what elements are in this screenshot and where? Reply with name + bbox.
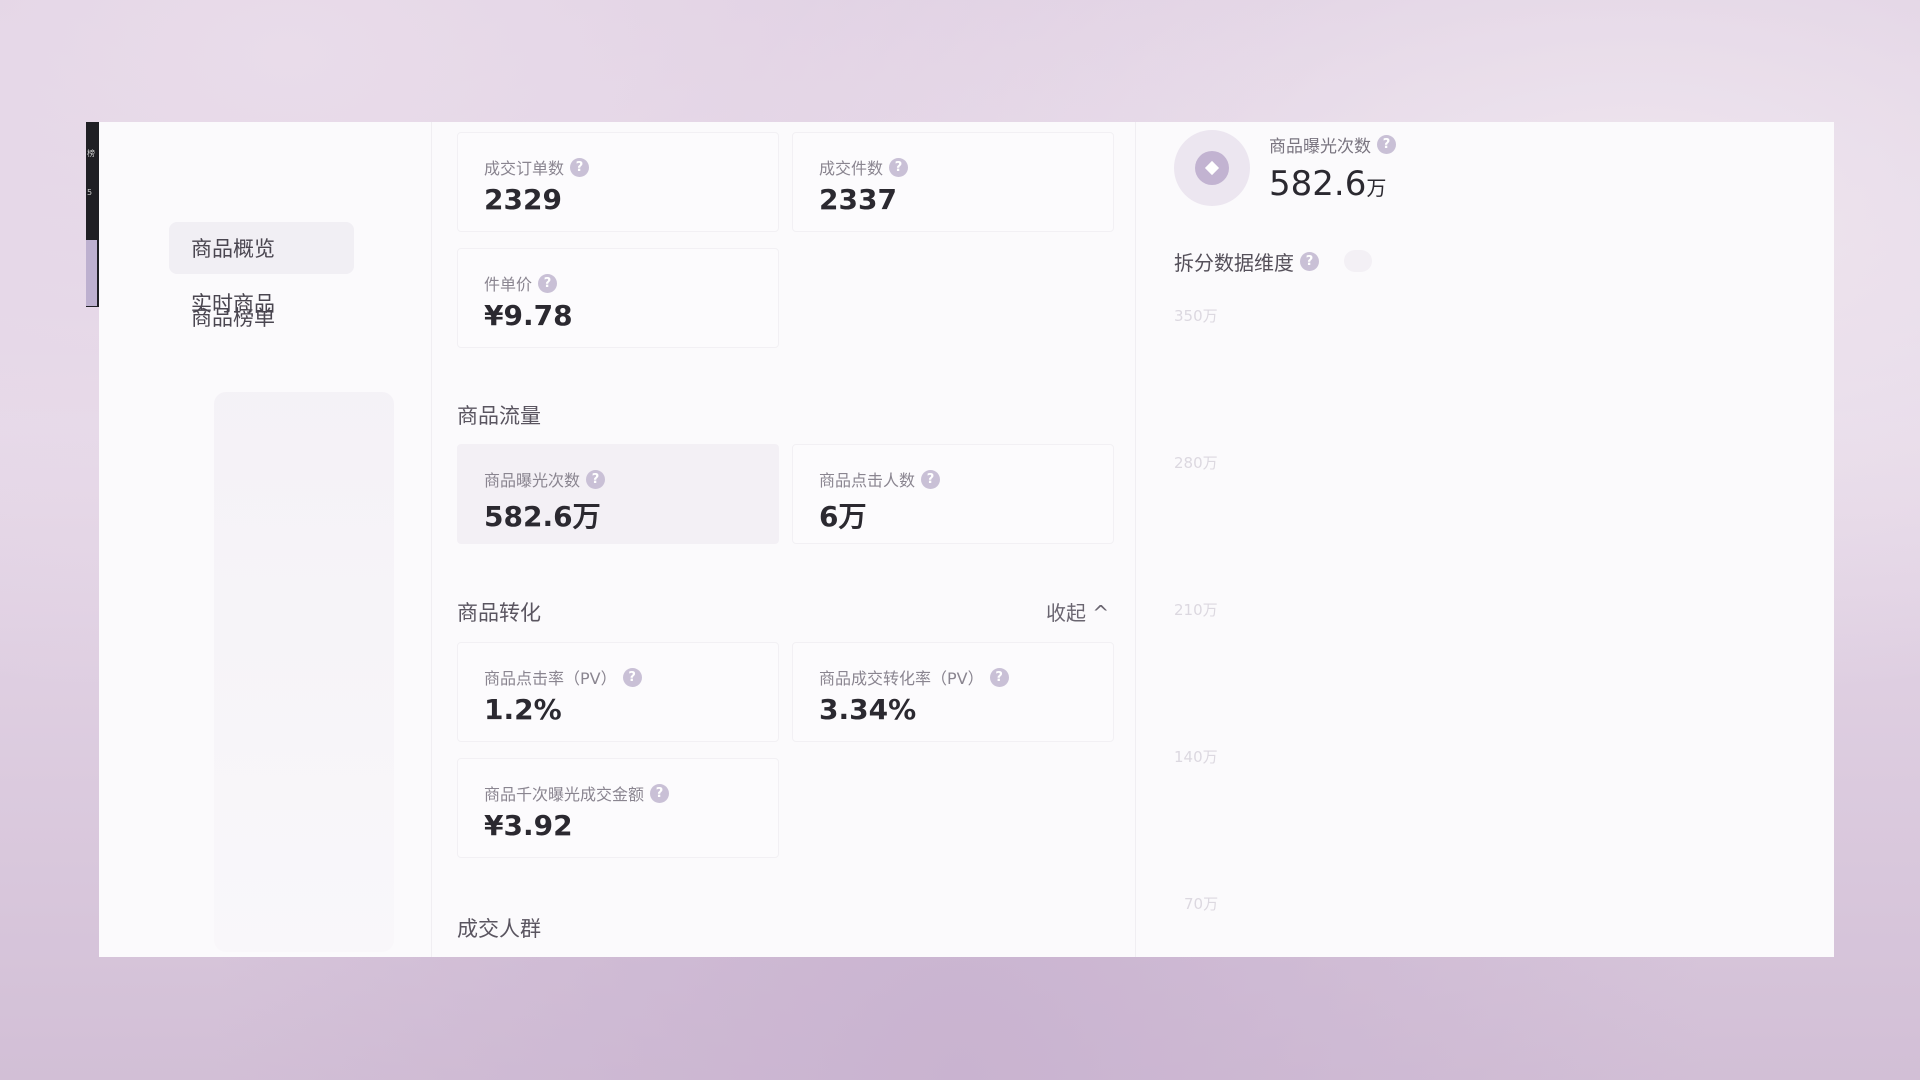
card-label: 商品成交转化率（PV）?: [819, 665, 1009, 689]
help-icon[interactable]: ?: [989, 667, 1009, 687]
card-exposure[interactable]: 商品曝光次数? 582.6万: [457, 444, 779, 544]
card-value: 3.34%: [819, 693, 917, 726]
card-unit-price[interactable]: 件单价? ¥9.78: [457, 248, 779, 348]
y-axis-tick: 210万: [1174, 601, 1218, 619]
sidebar-background-panel: [214, 392, 394, 952]
sidebar-item-overview[interactable]: 商品概览: [169, 222, 354, 274]
card-cvr[interactable]: 商品成交转化率（PV）? 3.34%: [792, 642, 1114, 742]
y-axis-tick: 350万: [1174, 307, 1218, 325]
card-ctr[interactable]: 商品点击率（PV）? 1.2%: [457, 642, 779, 742]
help-icon[interactable]: ?: [921, 469, 941, 489]
card-items-sold[interactable]: 成交件数? 2337: [792, 132, 1114, 232]
collapse-button[interactable]: 收起 ^: [1046, 597, 1109, 626]
main-window: 实时商品 商品概览 商品榜单 成交订单数? 2329 成交件数? 2337 件单…: [99, 122, 1834, 957]
sidebar-item-label: 商品概览: [191, 237, 275, 261]
help-icon[interactable]: ?: [538, 273, 558, 293]
card-clicks[interactable]: 商品点击人数? 6万: [792, 444, 1114, 544]
y-axis-tick: 280万: [1174, 454, 1218, 472]
card-value: 582.6万: [484, 500, 601, 533]
card-value: 2329: [484, 183, 562, 216]
card-label: 件单价?: [484, 271, 558, 295]
card-value: ¥9.78: [484, 299, 573, 332]
card-label: 商品点击率（PV）?: [484, 665, 642, 689]
card-gmv-per-thousand[interactable]: 商品千次曝光成交金额? ¥3.92: [457, 758, 779, 858]
diamond-icon: [1195, 151, 1229, 185]
card-orders[interactable]: 成交订单数? 2329: [457, 132, 779, 232]
help-icon[interactable]: ?: [586, 469, 606, 489]
card-value: 6万: [819, 500, 867, 533]
section-title-traffic: 商品流量: [457, 404, 541, 428]
sidebar-item-label: 商品榜单: [191, 306, 275, 330]
content-divider-left: [431, 122, 432, 957]
y-axis-tick: 140万: [1174, 748, 1218, 766]
card-label: 商品曝光次数?: [484, 467, 606, 491]
card-value: ¥3.92: [484, 809, 573, 842]
metric-label: 商品曝光次数?: [1269, 132, 1396, 157]
card-value: 2337: [819, 183, 897, 216]
content-divider-right: [1135, 122, 1136, 957]
help-icon[interactable]: ?: [650, 783, 670, 803]
metric-value: 582.6万: [1269, 164, 1387, 204]
card-label: 成交件数?: [819, 155, 909, 179]
help-icon[interactable]: ?: [1300, 252, 1319, 271]
section-title-conversion: 商品转化: [457, 601, 541, 625]
help-icon[interactable]: ?: [889, 157, 909, 177]
sidebar-item-ranking[interactable]: 商品榜单: [169, 291, 354, 343]
help-icon[interactable]: ?: [570, 157, 590, 177]
card-label: 商品千次曝光成交金额?: [484, 781, 670, 805]
card-label: 成交订单数?: [484, 155, 590, 179]
sidebar: 实时商品 商品概览 商品榜单: [99, 122, 394, 957]
app-edge-accent: [86, 240, 97, 306]
card-value: 1.2%: [484, 693, 562, 726]
dimension-split-toggle[interactable]: [1344, 250, 1372, 272]
chevron-up-icon: ^: [1086, 601, 1110, 625]
card-label: 商品点击人数?: [819, 467, 941, 491]
y-axis-tick: 70万: [1184, 895, 1219, 913]
section-title-buyers: 成交人群: [457, 917, 541, 941]
metric-badge: [1174, 130, 1250, 206]
help-icon[interactable]: ?: [622, 667, 642, 687]
dimension-split-label: 拆分数据维度?: [1174, 247, 1319, 276]
help-icon[interactable]: ?: [1377, 135, 1396, 154]
